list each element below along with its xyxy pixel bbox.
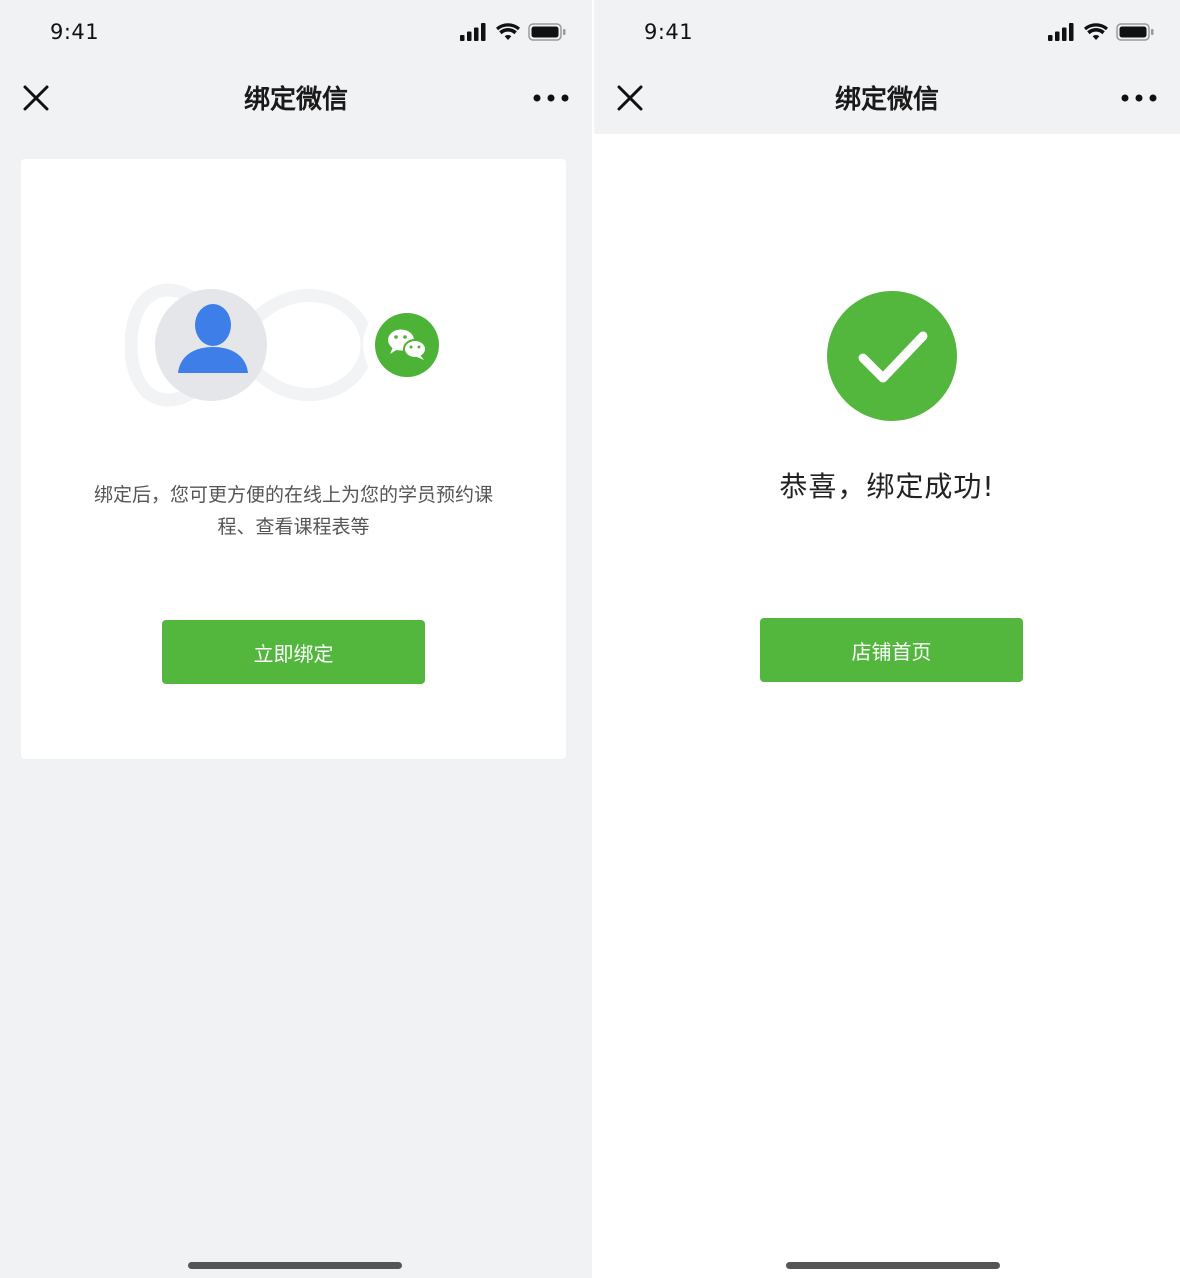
bind-success-screen: 9:41 绑定微信 恭喜，绑定成功! 店铺首页: [594, 0, 1180, 1278]
page-title: 绑定微信: [834, 85, 939, 115]
top-bar: 9:41 绑定微信: [0, 0, 592, 134]
bind-card: 绑定后，您可更方便的在线上为您的学员预约课程、查看课程表等 立即绑定: [21, 159, 566, 759]
wifi-icon: [1084, 23, 1108, 40]
more-icon: [533, 94, 569, 102]
status-time: 9:41: [644, 20, 694, 44]
battery-icon: [1116, 23, 1154, 41]
more-button[interactable]: [532, 86, 570, 110]
signal-icon: [1048, 23, 1074, 41]
more-button[interactable]: [1120, 86, 1158, 110]
bind-wechat-screen: 9:41 绑定微信 绑定后，您可更方便的在线上为您的学员预约课程、查看课程表等 …: [0, 0, 592, 1278]
signal-icon: [460, 23, 486, 41]
success-message: 恭喜，绑定成功!: [779, 470, 995, 503]
check-icon: [827, 291, 957, 421]
more-icon: [1121, 94, 1157, 102]
store-home-button[interactable]: 店铺首页: [760, 618, 1023, 682]
page-title: 绑定微信: [243, 85, 348, 115]
binding-illustration: [125, 283, 451, 407]
battery-icon: [528, 23, 566, 41]
top-bar: 9:41 绑定微信: [594, 0, 1180, 134]
bind-now-button[interactable]: 立即绑定: [162, 620, 425, 684]
home-indicator: [786, 1262, 1000, 1269]
bind-description: 绑定后，您可更方便的在线上为您的学员预约课程、查看课程表等: [93, 484, 493, 538]
home-indicator: [188, 1262, 402, 1269]
wifi-icon: [496, 23, 520, 40]
status-time: 9:41: [50, 20, 100, 44]
status-icons: [460, 20, 566, 44]
status-icons: [1048, 20, 1154, 44]
